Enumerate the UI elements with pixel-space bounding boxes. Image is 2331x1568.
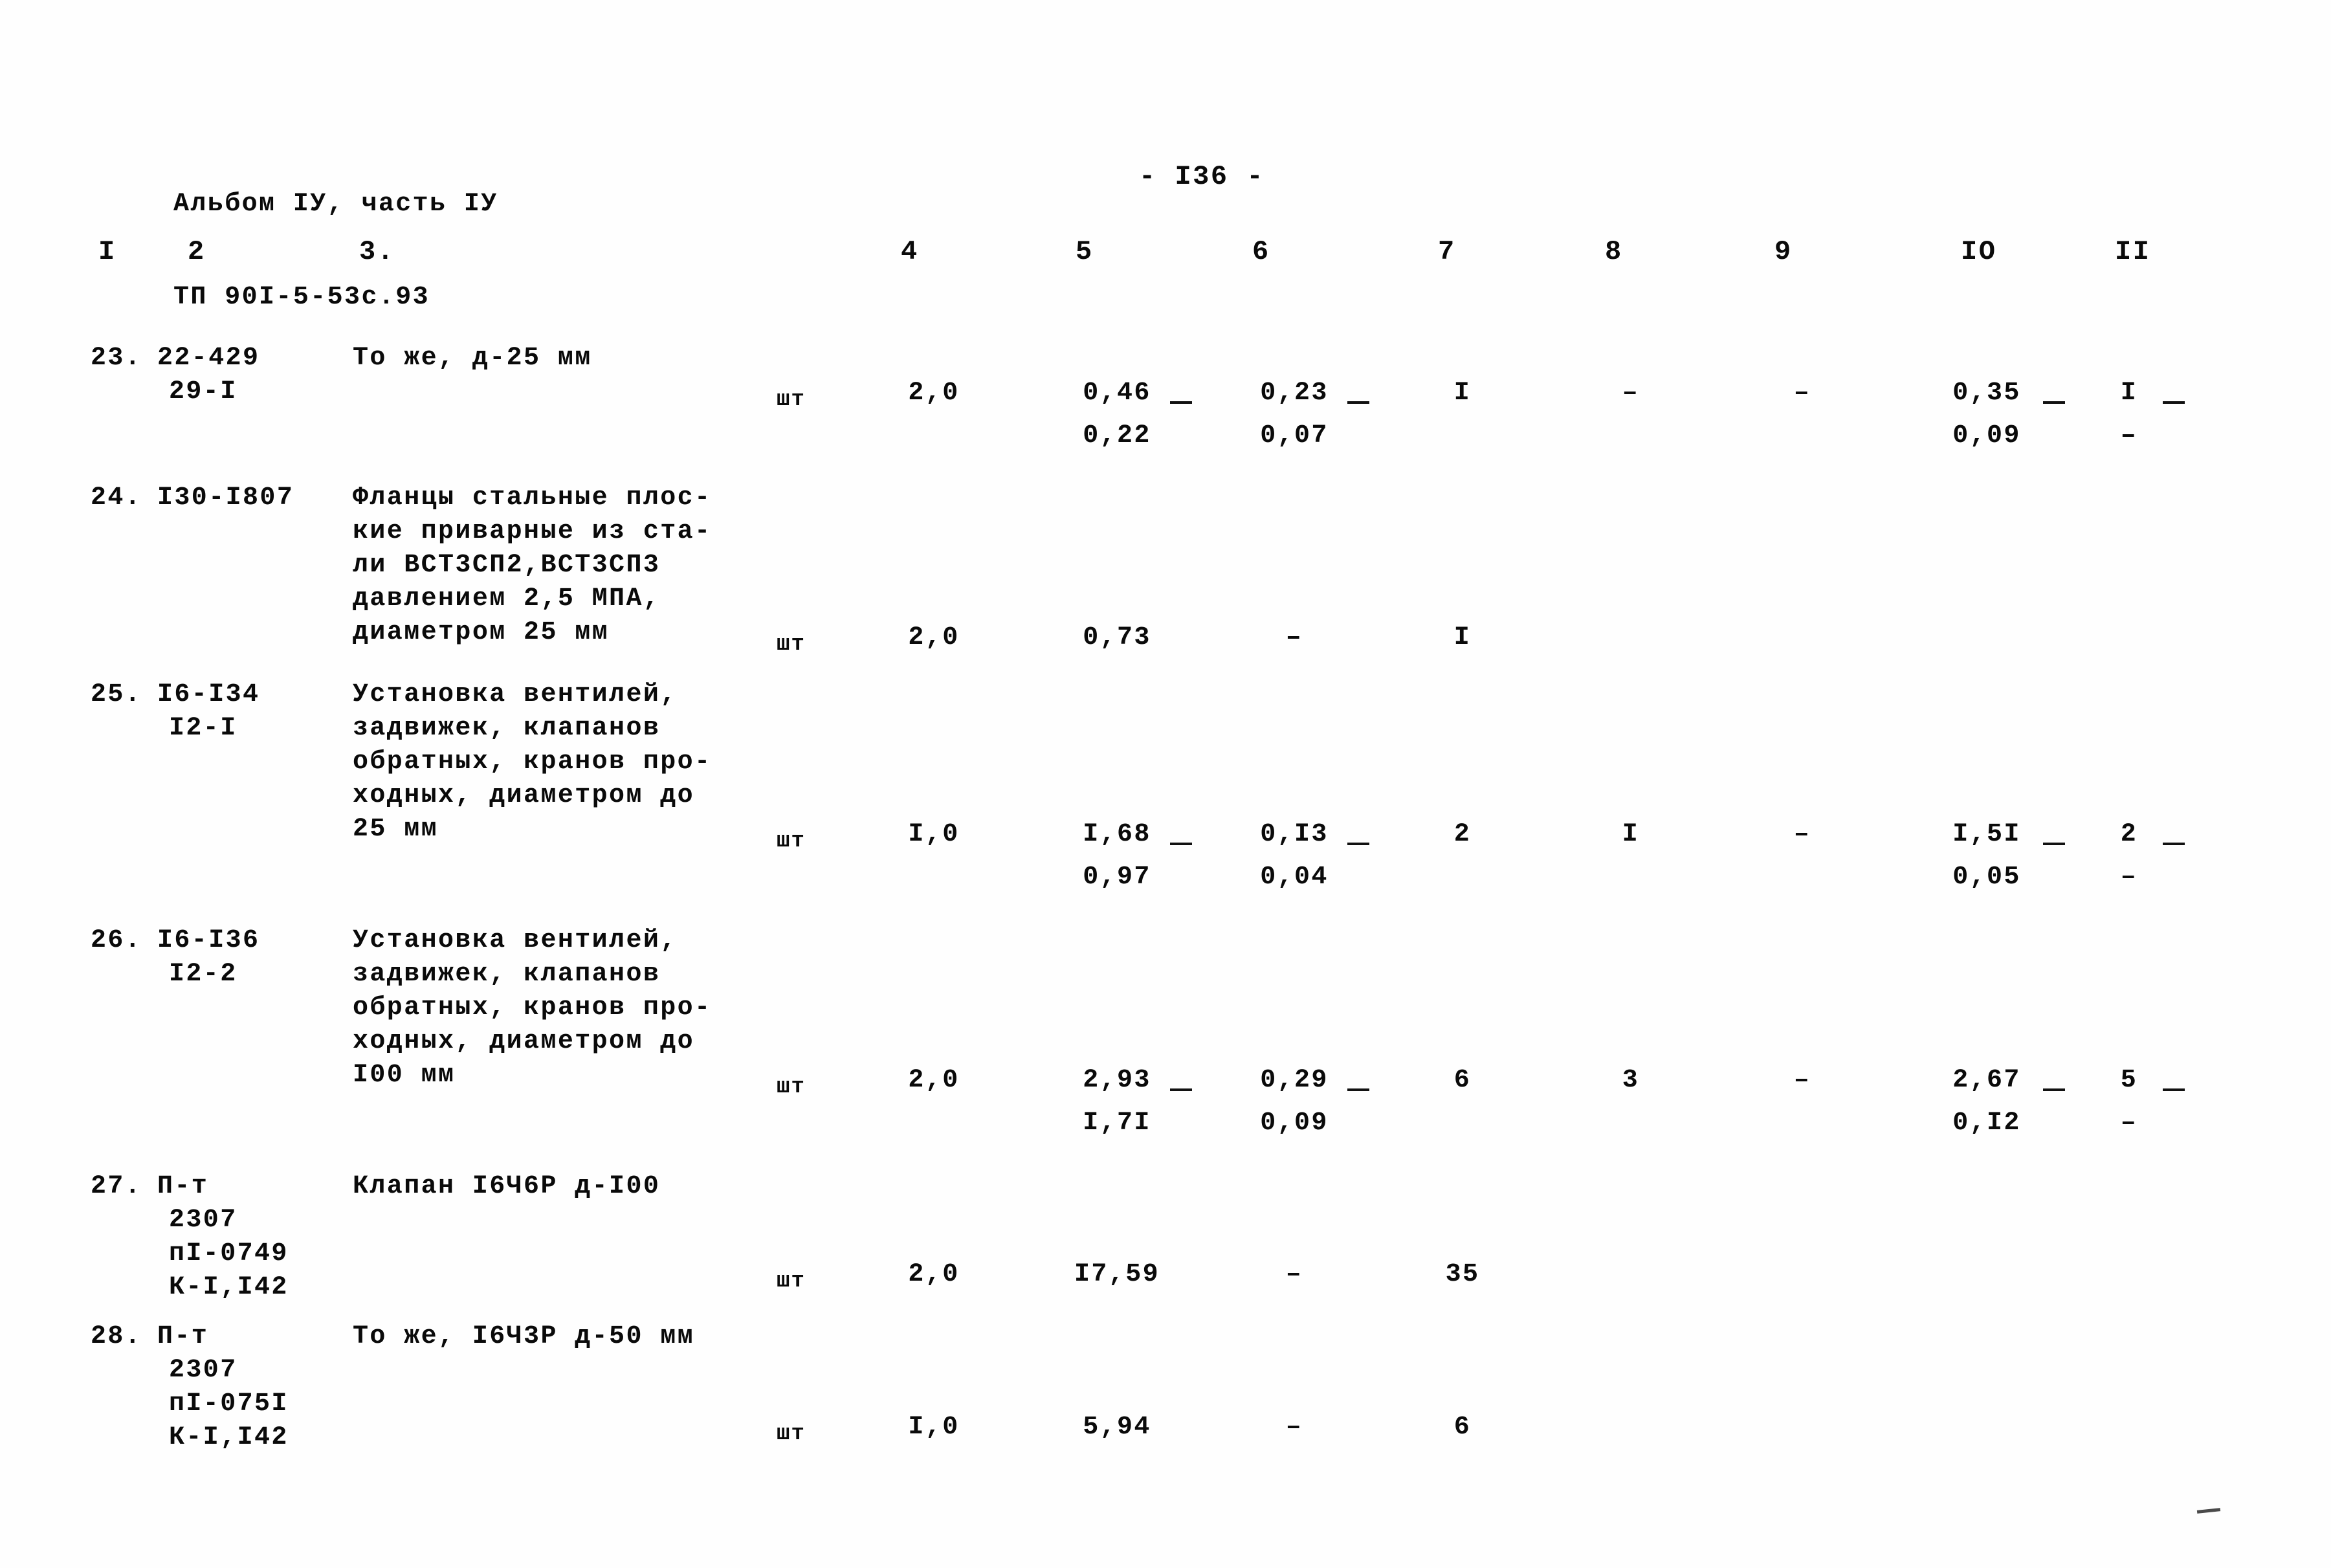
- scanned-document-page: Альбом IУ, часть IУ ТП 90I-5-53с.93 - I3…: [0, 0, 2331, 1568]
- row-col11: 2–: [2090, 818, 2185, 894]
- row-col6: 0,I3 0,04: [1236, 818, 1369, 894]
- row-col8: I: [1622, 820, 1640, 849]
- row-description: То же, I6Ч3Р д-50 мм: [353, 1322, 695, 1351]
- table-body: 23. 22-429 29-I То же, д-25 мм шт 2,0 0,46 0,22…: [0, 0, 2331, 1568]
- row-description: Установка вентилей, задвижек, клапанов обр…: [353, 926, 712, 1090]
- row-number: 24.: [91, 483, 142, 513]
- row-col5: 5,94: [1083, 1413, 1151, 1442]
- row-number: 25.: [91, 680, 142, 709]
- row-code: I30-I807: [157, 483, 294, 513]
- row-col10: 0,35 0,09: [1925, 377, 2065, 453]
- row-col5: 0,46 0,22: [1059, 377, 1192, 453]
- row-col8: –: [1622, 379, 1640, 408]
- row-description: Клапан I6Ч6Р д-I00: [353, 1172, 661, 1201]
- row-col7: 6: [1453, 1066, 1472, 1095]
- row-col6: 0,23 0,07: [1236, 377, 1369, 453]
- row-description: Фланцы стальные плос-кие приварные из ст…: [353, 483, 712, 647]
- row-quantity: I,0: [908, 1413, 960, 1442]
- row-col5: I,68 0,97: [1059, 818, 1192, 894]
- row-col7: 35: [1445, 1260, 1480, 1289]
- row-col9: –: [1793, 1066, 1811, 1095]
- row-unit: шт: [777, 1075, 806, 1099]
- row-number: 26.: [91, 926, 142, 955]
- row-col7: I: [1453, 623, 1472, 652]
- row-code: 22-429 29-I: [157, 344, 260, 406]
- row-quantity: 2,0: [908, 379, 960, 408]
- row-description: То же, д-25 мм: [353, 344, 592, 373]
- row-number: 23.: [91, 344, 142, 373]
- row-quantity: 2,0: [908, 1066, 960, 1095]
- row-unit: шт: [777, 1422, 806, 1446]
- row-col7: I: [1453, 379, 1472, 408]
- row-col5: 0,73: [1083, 623, 1151, 652]
- row-col6: –: [1285, 623, 1303, 652]
- row-quantity: I,0: [908, 820, 960, 849]
- row-unit: шт: [777, 829, 806, 854]
- row-quantity: 2,0: [908, 623, 960, 652]
- row-unit: шт: [777, 632, 806, 657]
- row-col5: 2,93 I,7I: [1059, 1064, 1192, 1140]
- row-col9: –: [1793, 820, 1811, 849]
- row-col6: –: [1285, 1413, 1303, 1442]
- row-code: I6-I34 I2-I: [157, 680, 260, 743]
- row-code: I6-I36 I2-2: [157, 926, 260, 989]
- row-number: 27.: [91, 1172, 142, 1201]
- row-unit: шт: [777, 1269, 806, 1294]
- row-number: 28.: [91, 1322, 142, 1351]
- row-col6: 0,29 0,09: [1236, 1064, 1369, 1140]
- row-col5: I7,59: [1074, 1260, 1160, 1289]
- row-quantity: 2,0: [908, 1260, 960, 1289]
- row-code: П-т 2307 пI-075I К-I,I42: [157, 1322, 289, 1452]
- row-col7: 2: [1453, 820, 1472, 849]
- row-code: П-т 2307 пI-0749 К-I,I42: [157, 1172, 289, 1302]
- row-col7: 6: [1453, 1413, 1472, 1442]
- row-col10: 2,67 0,I2: [1925, 1064, 2065, 1140]
- row-col11: I –: [2090, 377, 2185, 453]
- row-col8: 3: [1622, 1066, 1640, 1095]
- row-unit: шт: [777, 388, 806, 412]
- row-description: Установка вентилей, задвижек, клапанов обр…: [353, 680, 712, 844]
- row-col9: –: [1793, 379, 1811, 408]
- row-col11: 5–: [2090, 1064, 2185, 1140]
- row-col6: –: [1285, 1260, 1303, 1289]
- row-col10: I,5I 0,05: [1925, 818, 2065, 894]
